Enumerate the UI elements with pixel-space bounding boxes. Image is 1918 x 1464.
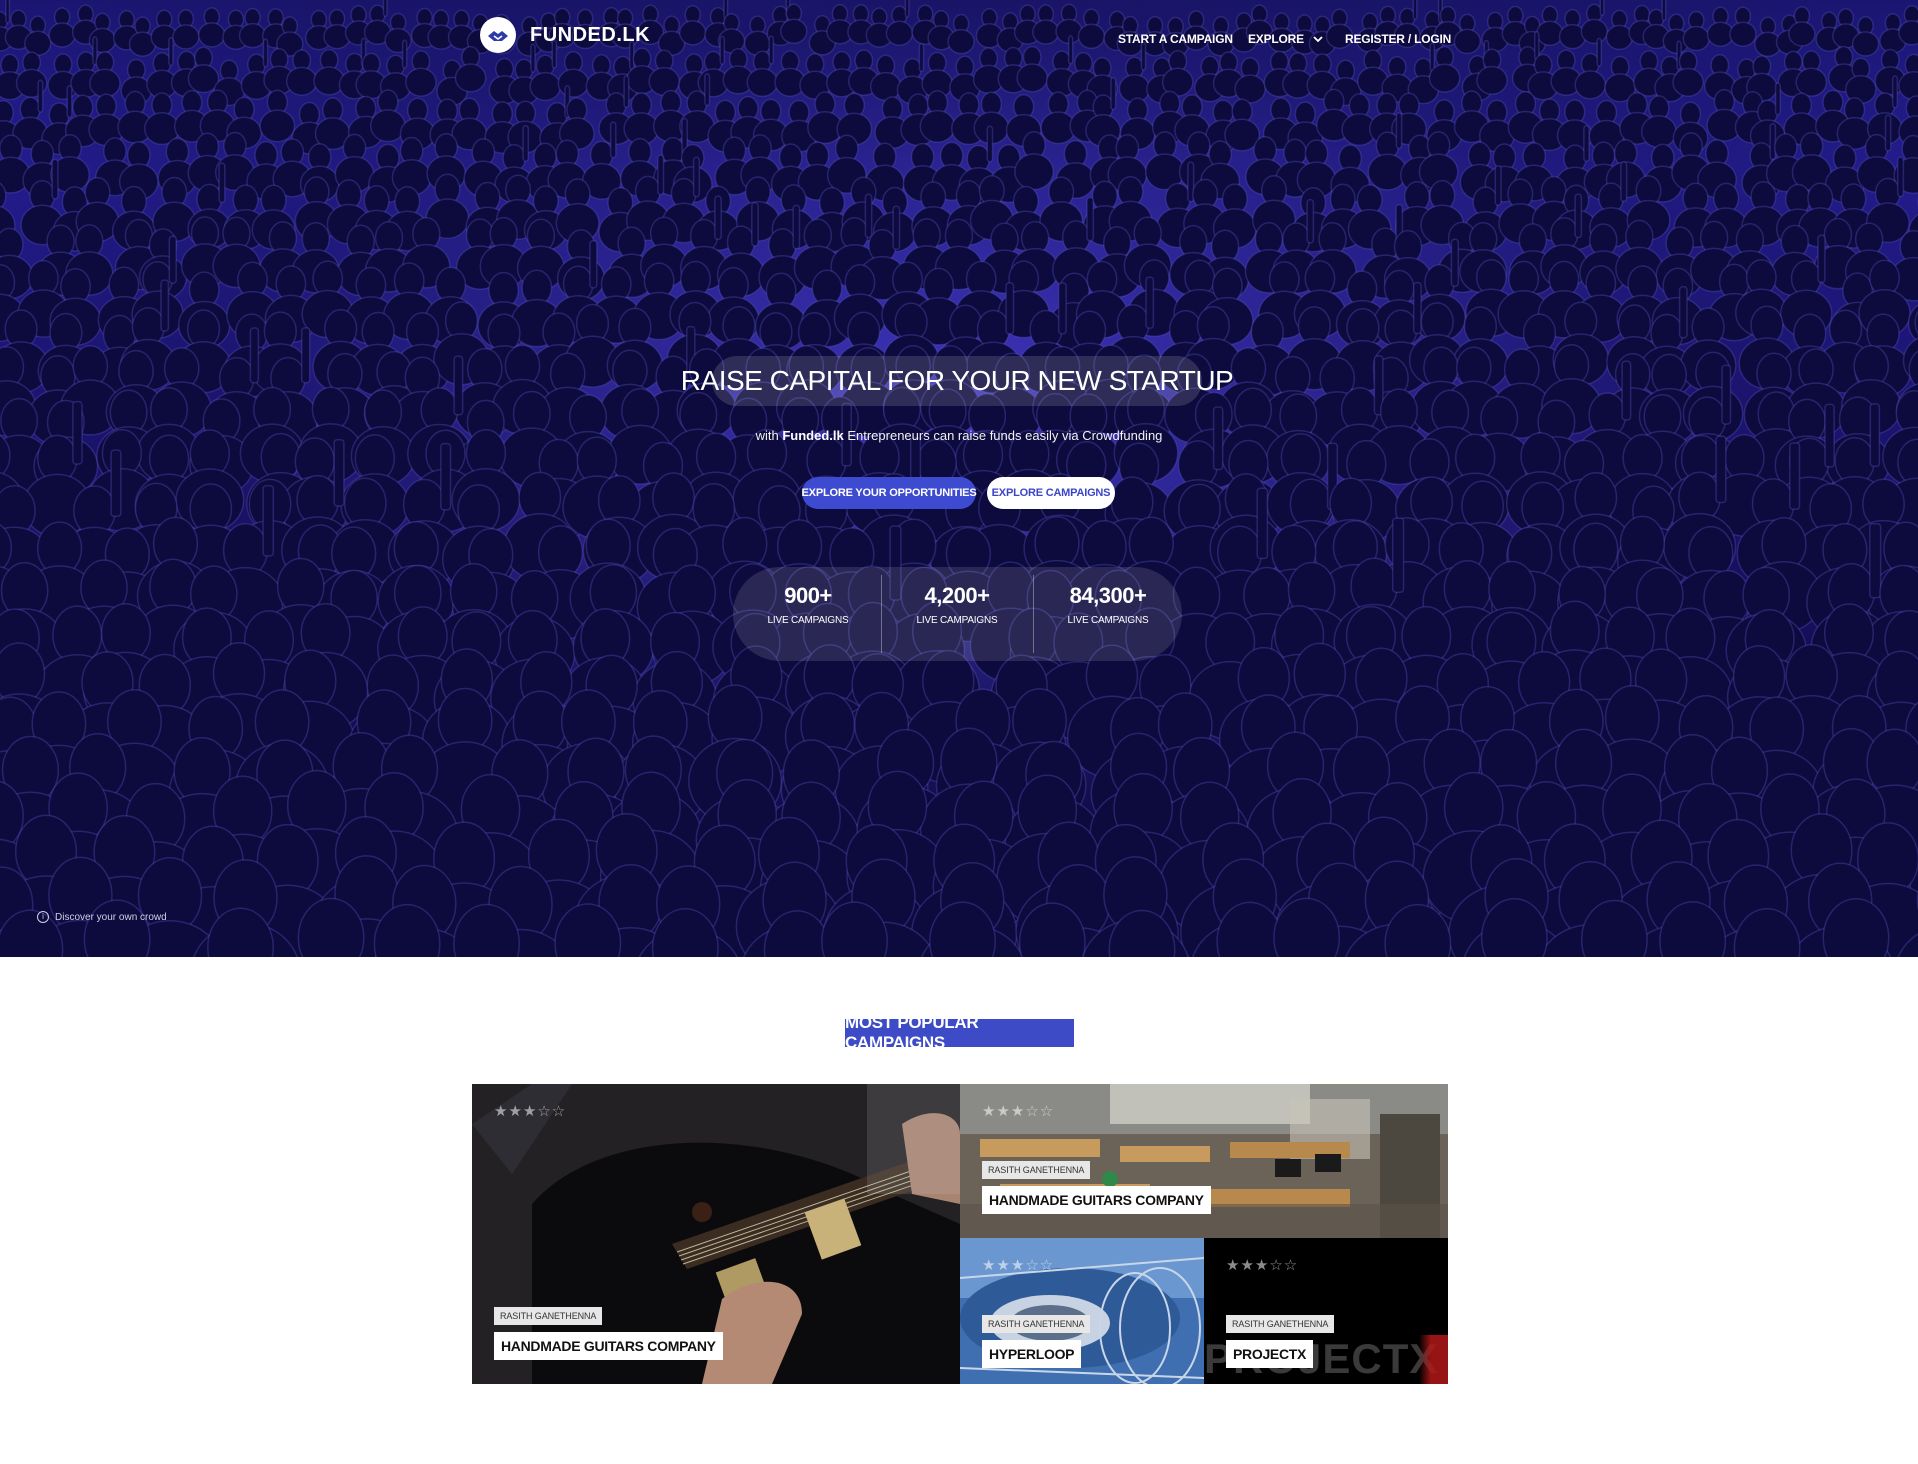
brand[interactable]: FUNDED.LK xyxy=(480,17,650,53)
stat-item: 4,200+ LIVE CAMPAIGNS xyxy=(882,583,1032,626)
card-author: RASITH GANETHENNA xyxy=(982,1315,1091,1333)
subline-brand: Funded.lk xyxy=(782,428,844,443)
stat-label: LIVE CAMPAIGNS xyxy=(1067,615,1149,626)
projectx-red-accent xyxy=(1419,1335,1448,1384)
info-icon: i xyxy=(37,911,49,923)
card-author: RASITH GANETHENNA xyxy=(494,1307,603,1325)
nav-register-login[interactable]: REGISTER / LOGIN xyxy=(1345,32,1451,46)
card-author: RASITH GANETHENNA xyxy=(1226,1315,1335,1333)
card-title[interactable]: HANDMADE GUITARS COMPANY xyxy=(494,1332,723,1360)
brand-name: FUNDED.LK xyxy=(530,23,651,46)
headline-pill: RAISE CAPITAL FOR YOUR NEW STARTUP xyxy=(681,356,1234,406)
explore-opportunities-button[interactable]: EXPLORE YOUR OPPORTUNITIES xyxy=(802,477,977,509)
rating-stars: ★★★☆☆ xyxy=(494,1103,567,1120)
campaign-card[interactable]: PROJECTX ★★★☆☆ RASITH GANETHENNA PROJECT… xyxy=(1204,1238,1448,1384)
handshake-logo-icon xyxy=(480,17,516,53)
nav-explore-label: EXPLORE xyxy=(1248,32,1304,46)
card-title[interactable]: HYPERLOOP xyxy=(982,1340,1082,1368)
stat-value: 900+ xyxy=(784,583,832,608)
campaign-card[interactable]: ★★★☆☆ RASITH GANETHENNA HANDMADE GUITARS… xyxy=(960,1084,1448,1238)
hero-section: FUNDED.LK START A CAMPAIGN EXPLORE REGIS… xyxy=(0,0,1918,957)
stat-label: LIVE CAMPAIGNS xyxy=(767,615,849,626)
subline-suffix: Entrepreneurs can raise funds easily via… xyxy=(847,428,1163,443)
stat-value: 4,200+ xyxy=(924,583,990,608)
stat-value: 84,300+ xyxy=(1069,583,1147,608)
stats-panel: 900+ LIVE CAMPAIGNS 4,200+ LIVE CAMPAIGN… xyxy=(733,567,1182,661)
hero-headline: RAISE CAPITAL FOR YOUR NEW STARTUP xyxy=(680,365,1234,396)
hero-subline: with Funded.lk Entrepreneurs can raise f… xyxy=(0,428,1918,443)
nav-explore[interactable]: EXPLORE xyxy=(1248,32,1323,46)
campaign-grid: ★★★☆☆ RASITH GANETHENNA HANDMADE GUITARS… xyxy=(472,1084,1448,1384)
rating-stars: ★★★☆☆ xyxy=(982,1257,1055,1274)
stat-item: 84,300+ LIVE CAMPAIGNS xyxy=(1033,583,1183,626)
photo-credit-text: Discover your own crowd xyxy=(55,911,167,923)
subline-prefix: with xyxy=(755,428,779,443)
card-title[interactable]: PROJECTX xyxy=(1226,1340,1314,1368)
campaign-card[interactable]: ★★★☆☆ RASITH GANETHENNA HYPERLOOP xyxy=(960,1238,1204,1384)
explore-campaigns-button[interactable]: EXPLORE CAMPAIGNS xyxy=(987,477,1115,509)
rating-stars: ★★★☆☆ xyxy=(982,1103,1055,1120)
campaign-card[interactable]: ★★★☆☆ RASITH GANETHENNA HANDMADE GUITARS… xyxy=(472,1084,960,1384)
stat-label: LIVE CAMPAIGNS xyxy=(916,615,998,626)
nav-start-campaign[interactable]: START A CAMPAIGN xyxy=(1118,32,1233,46)
rating-stars: ★★★☆☆ xyxy=(1226,1257,1299,1274)
section-title: MOST POPULAR CAMPAIGNS xyxy=(845,1013,1074,1052)
top-navigation: FUNDED.LK START A CAMPAIGN EXPLORE REGIS… xyxy=(0,0,1918,80)
photo-credit[interactable]: i Discover your own crowd xyxy=(37,911,167,923)
stat-item: 900+ LIVE CAMPAIGNS xyxy=(733,583,883,626)
card-title[interactable]: HANDMADE GUITARS COMPANY xyxy=(982,1186,1211,1214)
chevron-down-icon xyxy=(1313,36,1323,43)
card-author: RASITH GANETHENNA xyxy=(982,1161,1091,1179)
